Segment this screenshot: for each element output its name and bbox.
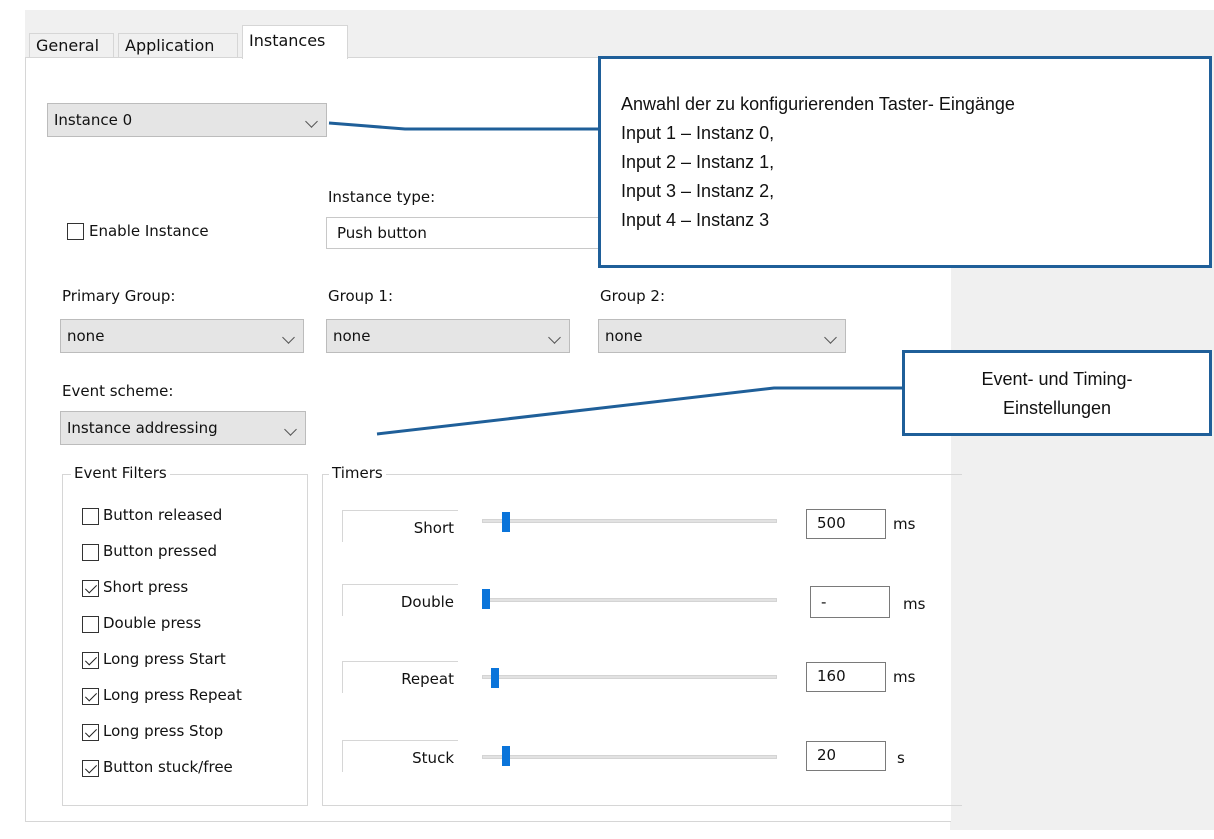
callout-text-line: Input 2 – Instanz 1, [621, 152, 775, 172]
callout-text-line: Event- und Timing- [981, 369, 1133, 389]
callout-text-line: Input 3 – Instanz 2, [621, 181, 775, 201]
timing-settings-callout: Event- und Timing- Einstellungen [902, 350, 1212, 436]
callout-connector-line [328, 121, 602, 131]
tab-instances[interactable]: Instances [242, 25, 348, 59]
callout-text-line: Input 1 – Instanz 0, [621, 123, 775, 143]
instance-mapping-callout: Anwahl der zu konfigurierenden Taster- E… [598, 56, 1212, 268]
callout-text-line: Anwahl der zu konfigurierenden Taster- E… [621, 94, 1015, 114]
callout-text-line: Einstellungen [1002, 398, 1112, 418]
callout-text-line: Input 4 – Instanz 3 [621, 210, 770, 230]
callout-connector-line [376, 386, 904, 436]
